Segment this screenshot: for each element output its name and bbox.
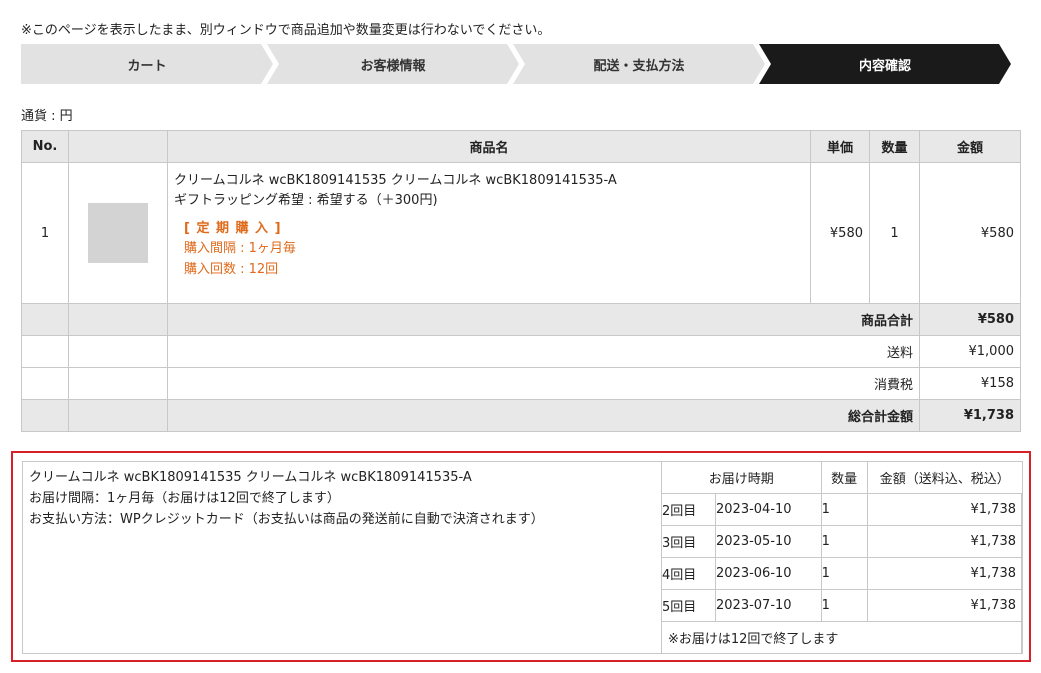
tax-value: ¥158 bbox=[919, 367, 1021, 400]
schedule-row: 3回目 2023-05-10 1 ¥1,738 bbox=[661, 525, 1024, 558]
total-row: 総合計金額 ¥1,738 bbox=[21, 399, 1021, 432]
item-amount: ¥580 bbox=[919, 162, 1021, 304]
schedule-info: クリームコルネ wcBK1809141535 クリームコルネ wcBK18091… bbox=[29, 468, 544, 530]
col-qty: 数量 bbox=[869, 130, 920, 163]
delivery-qty: 1 bbox=[820, 589, 868, 622]
step-delivery-payment: 配送・支払方法 bbox=[513, 44, 765, 84]
col-no: No. bbox=[21, 130, 69, 163]
delivery-amount: ¥1,738 bbox=[866, 493, 1024, 526]
item-thumbnail-cell bbox=[68, 162, 168, 304]
cart-header-row: No. 商品名 単価 数量 金額 bbox=[21, 130, 1021, 163]
step-confirm: 内容確認 bbox=[759, 44, 1011, 84]
product-image bbox=[88, 203, 148, 263]
delivery-amount: ¥1,738 bbox=[866, 557, 1024, 590]
subscription-title: [ 定 期 購 入 ] bbox=[184, 221, 282, 237]
delivery-date: 2023-04-10 bbox=[715, 493, 822, 526]
item-name: クリームコルネ wcBK1809141535 クリームコルネ wcBK18091… bbox=[174, 173, 617, 188]
col-image bbox=[68, 130, 168, 163]
subtotal-label: 商品合計 bbox=[167, 303, 920, 336]
delivery-qty: 1 bbox=[820, 525, 868, 558]
schedule-interval: お届け間隔：1ヶ月毎（お届けは12回で終了します） bbox=[29, 490, 340, 506]
schedule-payment-method: お支払い方法：WPクレジットカード（お支払いは商品の発送前に自動で決済されます） bbox=[29, 511, 544, 527]
col-amount: 金額 bbox=[919, 130, 1021, 163]
notice-text: ※このページを表示したまま、別ウィンドウで商品追加や数量変更は行わないでください… bbox=[21, 23, 551, 38]
schedule-footnote-row: ※お届けは12回で終了します bbox=[661, 621, 1023, 654]
checkout-steps: カート お客様情報 配送・支払方法 内容確認 bbox=[21, 44, 1011, 84]
shipping-label: 送料 bbox=[167, 335, 920, 368]
schedule-panel: クリームコルネ wcBK1809141535 クリームコルネ wcBK18091… bbox=[22, 461, 1024, 654]
tax-label: 消費税 bbox=[167, 367, 920, 400]
col-timing: お届け時期 bbox=[661, 461, 822, 494]
subtotal-row: 商品合計 ¥580 bbox=[21, 303, 1021, 336]
delivery-date: 2023-06-10 bbox=[715, 557, 822, 590]
delivery-date: 2023-07-10 bbox=[715, 589, 822, 622]
delivery-date: 2023-05-10 bbox=[715, 525, 822, 558]
cart-table: No. 商品名 単価 数量 金額 1 クリームコルネ wcBK180914153… bbox=[21, 130, 1021, 432]
step-customer-info: お客様情報 bbox=[267, 44, 519, 84]
total-label: 総合計金額 bbox=[167, 399, 920, 432]
delivery-qty: 1 bbox=[820, 493, 868, 526]
delivery-number: 4回目 bbox=[661, 557, 716, 590]
subscription-count: 購入回数 : 12回 bbox=[184, 261, 279, 277]
item-details: クリームコルネ wcBK1809141535 クリームコルネ wcBK18091… bbox=[167, 162, 811, 304]
schedule-row: 2回目 2023-04-10 1 ¥1,738 bbox=[661, 493, 1024, 526]
cart-item-row: 1 クリームコルネ wcBK1809141535 クリームコルネ wcBK180… bbox=[21, 162, 1021, 304]
schedule-row: 4回目 2023-06-10 1 ¥1,738 bbox=[661, 557, 1024, 590]
schedule-header-row: お届け時期 数量 金額（送料込、税込） bbox=[661, 461, 1024, 494]
delivery-qty: 1 bbox=[820, 557, 868, 590]
tax-row: 消費税 ¥158 bbox=[21, 367, 1021, 400]
subtotal-value: ¥580 bbox=[919, 303, 1021, 336]
schedule-footnote: ※お届けは12回で終了します bbox=[661, 621, 1023, 654]
total-value: ¥1,738 bbox=[919, 399, 1021, 432]
subscription-interval: 購入間隔 : 1ヶ月毎 bbox=[184, 241, 296, 257]
shipping-row: 送料 ¥1,000 bbox=[21, 335, 1021, 368]
col-qty: 数量 bbox=[820, 461, 868, 494]
step-cart: カート bbox=[21, 44, 273, 84]
item-option: ギフトラッピング希望 : 希望する（＋300円) bbox=[174, 193, 438, 209]
col-amount: 金額（送料込、税込） bbox=[866, 461, 1024, 494]
delivery-schedule-table: お届け時期 数量 金額（送料込、税込） 2回目 2023-04-10 1 ¥1,… bbox=[661, 461, 1024, 654]
delivery-number: 3回目 bbox=[661, 525, 716, 558]
currency-label: 通貨 : 円 bbox=[21, 109, 73, 124]
item-qty: 1 bbox=[869, 162, 920, 304]
col-price: 単価 bbox=[810, 130, 870, 163]
delivery-number: 5回目 bbox=[661, 589, 716, 622]
schedule-product-name: クリームコルネ wcBK1809141535 クリームコルネ wcBK18091… bbox=[29, 470, 472, 485]
shipping-value: ¥1,000 bbox=[919, 335, 1021, 368]
delivery-number: 2回目 bbox=[661, 493, 716, 526]
schedule-row: 5回目 2023-07-10 1 ¥1,738 bbox=[661, 589, 1024, 622]
subscription-schedule-box: クリームコルネ wcBK1809141535 クリームコルネ wcBK18091… bbox=[11, 451, 1031, 662]
delivery-amount: ¥1,738 bbox=[866, 525, 1024, 558]
item-no: 1 bbox=[21, 162, 69, 304]
item-price: ¥580 bbox=[810, 162, 870, 304]
delivery-amount: ¥1,738 bbox=[866, 589, 1024, 622]
col-name: 商品名 bbox=[167, 130, 811, 163]
